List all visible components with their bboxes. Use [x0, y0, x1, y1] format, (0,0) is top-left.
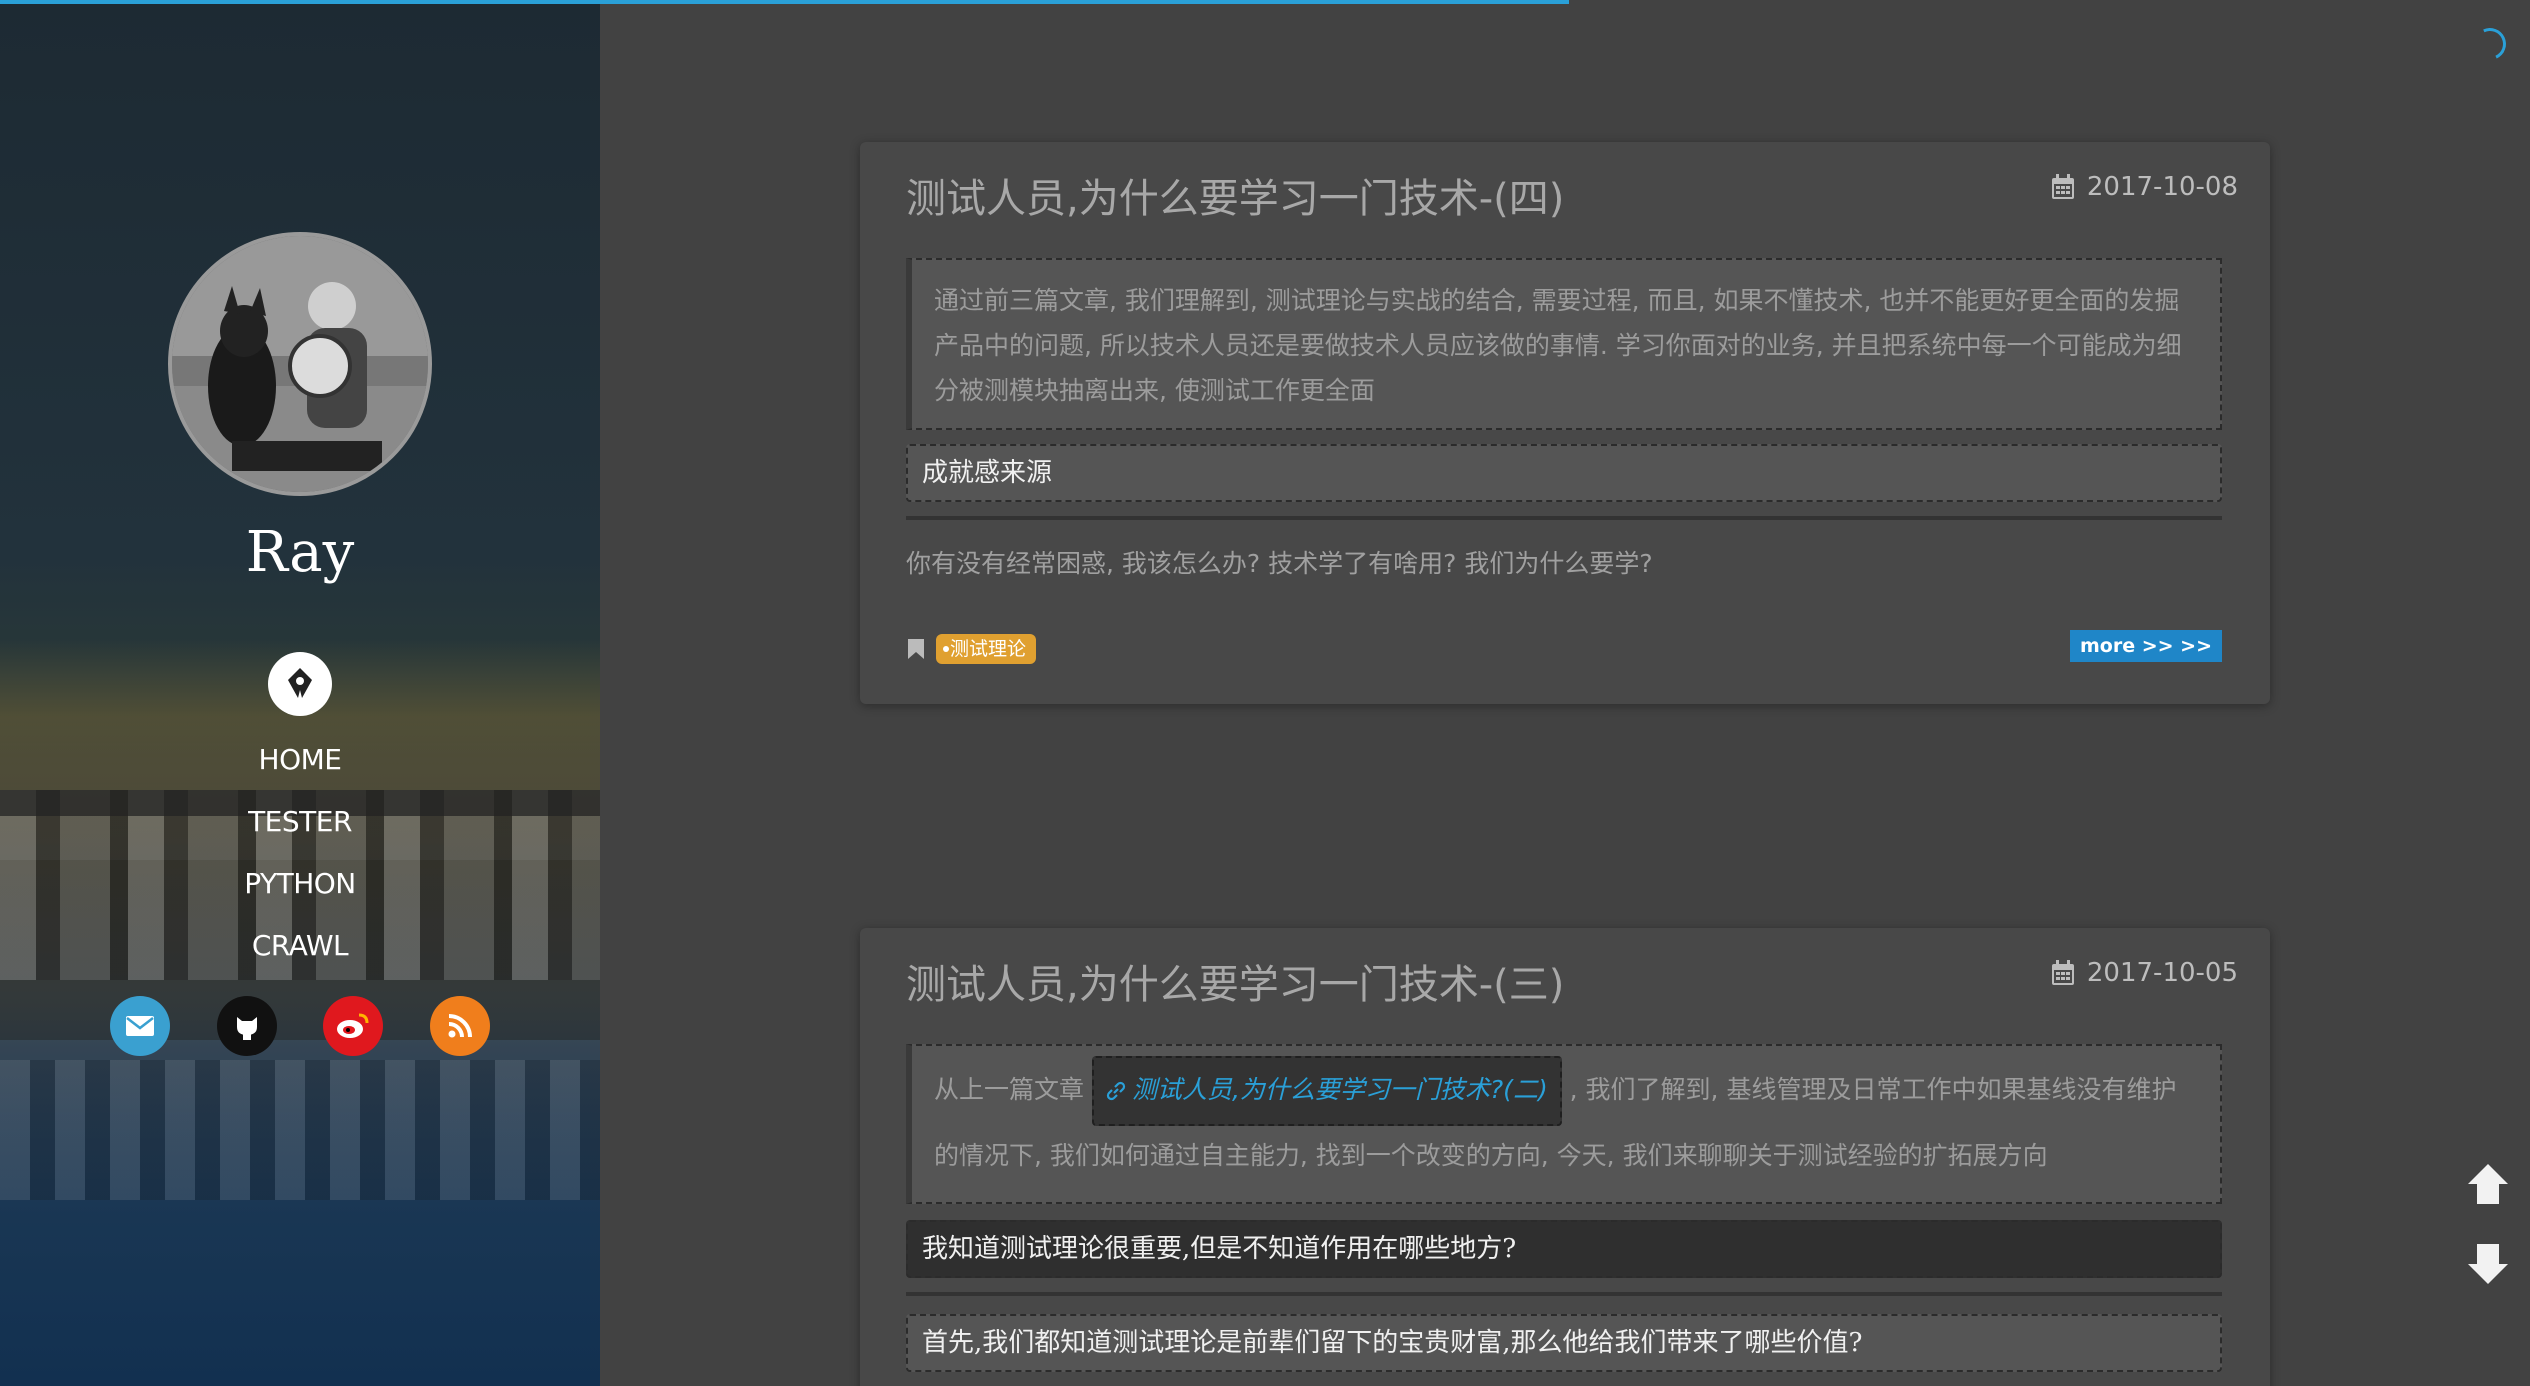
- github-icon[interactable]: [216, 996, 277, 1056]
- post-section-heading: 成就感来源: [906, 444, 2222, 502]
- page-load-progress-bar: [0, 0, 1569, 4]
- rss-icon[interactable]: [429, 996, 490, 1056]
- author-name: Ray: [245, 520, 355, 585]
- post-date: 2017-10-05: [2051, 958, 2238, 988]
- weibo-icon[interactable]: [323, 996, 384, 1056]
- post-title[interactable]: 测试人员,为什么要学习一门技术-(三): [906, 952, 1564, 1010]
- divider: [906, 1292, 2222, 1296]
- social-links: [110, 996, 490, 1056]
- post-card: 测试人员,为什么要学习一门技术-(三) 2017-10-05 从上一篇文章 测试…: [860, 928, 2270, 1386]
- sidebar-background-reflection: [0, 1060, 600, 1200]
- post-tags: 测试理论: [906, 634, 1037, 664]
- post-excerpt: 你有没有经常困惑, 我该怎么办? 技术学了有啥用? 我们为什么要学?: [906, 549, 1653, 578]
- nav-item-crawl[interactable]: CRAWL: [0, 926, 600, 988]
- post-card: 测试人员,为什么要学习一门技术-(四) 2017-10-08 通过前三篇文章, …: [860, 142, 2270, 704]
- sidebar: Ray HOME TESTER PYTHON CRAWL: [0, 0, 600, 1386]
- quote-text-before: 从上一篇文章: [934, 1075, 1085, 1104]
- post-date-text: 2017-10-05: [2086, 958, 2238, 988]
- calendar-icon: [2051, 174, 2074, 199]
- post-date: 2017-10-08: [2051, 172, 2238, 202]
- site-logo-icon[interactable]: [268, 652, 332, 716]
- post-section-heading: 我知道测试理论很重要,但是不知道作用在哪些地方?: [906, 1220, 2222, 1278]
- avatar[interactable]: [168, 232, 432, 496]
- scroll-down-icon[interactable]: [2460, 1236, 2516, 1292]
- nav-item-python[interactable]: PYTHON: [0, 864, 600, 926]
- nav-item-tester[interactable]: TESTER: [0, 802, 600, 864]
- post-title[interactable]: 测试人员,为什么要学习一门技术-(四): [906, 166, 1564, 224]
- email-icon[interactable]: [110, 996, 170, 1056]
- link-icon: [1106, 1081, 1126, 1101]
- loading-spinner-icon: [2469, 23, 2511, 65]
- divider: [906, 516, 2222, 520]
- post-summary-quote: 通过前三篇文章, 我们理解到, 测试理论与实战的结合, 需要过程, 而且, 如果…: [906, 258, 2222, 430]
- main-nav: HOME TESTER PYTHON CRAWL: [0, 740, 600, 988]
- scroll-up-icon[interactable]: [2460, 1156, 2516, 1212]
- post-date-text: 2017-10-08: [2086, 172, 2238, 202]
- read-more-button[interactable]: more >> >>: [2069, 630, 2222, 662]
- post-tag[interactable]: 测试理论: [936, 634, 1037, 664]
- post-section-heading: 首先,我们都知道测试理论是前辈们留下的宝贵财富,那么他给我们带来了哪些价值?: [906, 1314, 2222, 1372]
- avatar-photo: [172, 236, 428, 492]
- calendar-icon: [2051, 960, 2074, 985]
- related-post-link[interactable]: 测试人员,为什么要学习一门技术?(二): [1091, 1056, 1562, 1126]
- post-summary-quote: 从上一篇文章 测试人员,为什么要学习一门技术?(二) , 我们了解到, 基线管理…: [906, 1044, 2222, 1204]
- related-post-link-text: 测试人员,为什么要学习一门技术?(二): [1131, 1075, 1548, 1104]
- nav-item-home[interactable]: HOME: [0, 740, 600, 802]
- bookmark-icon: [908, 639, 924, 659]
